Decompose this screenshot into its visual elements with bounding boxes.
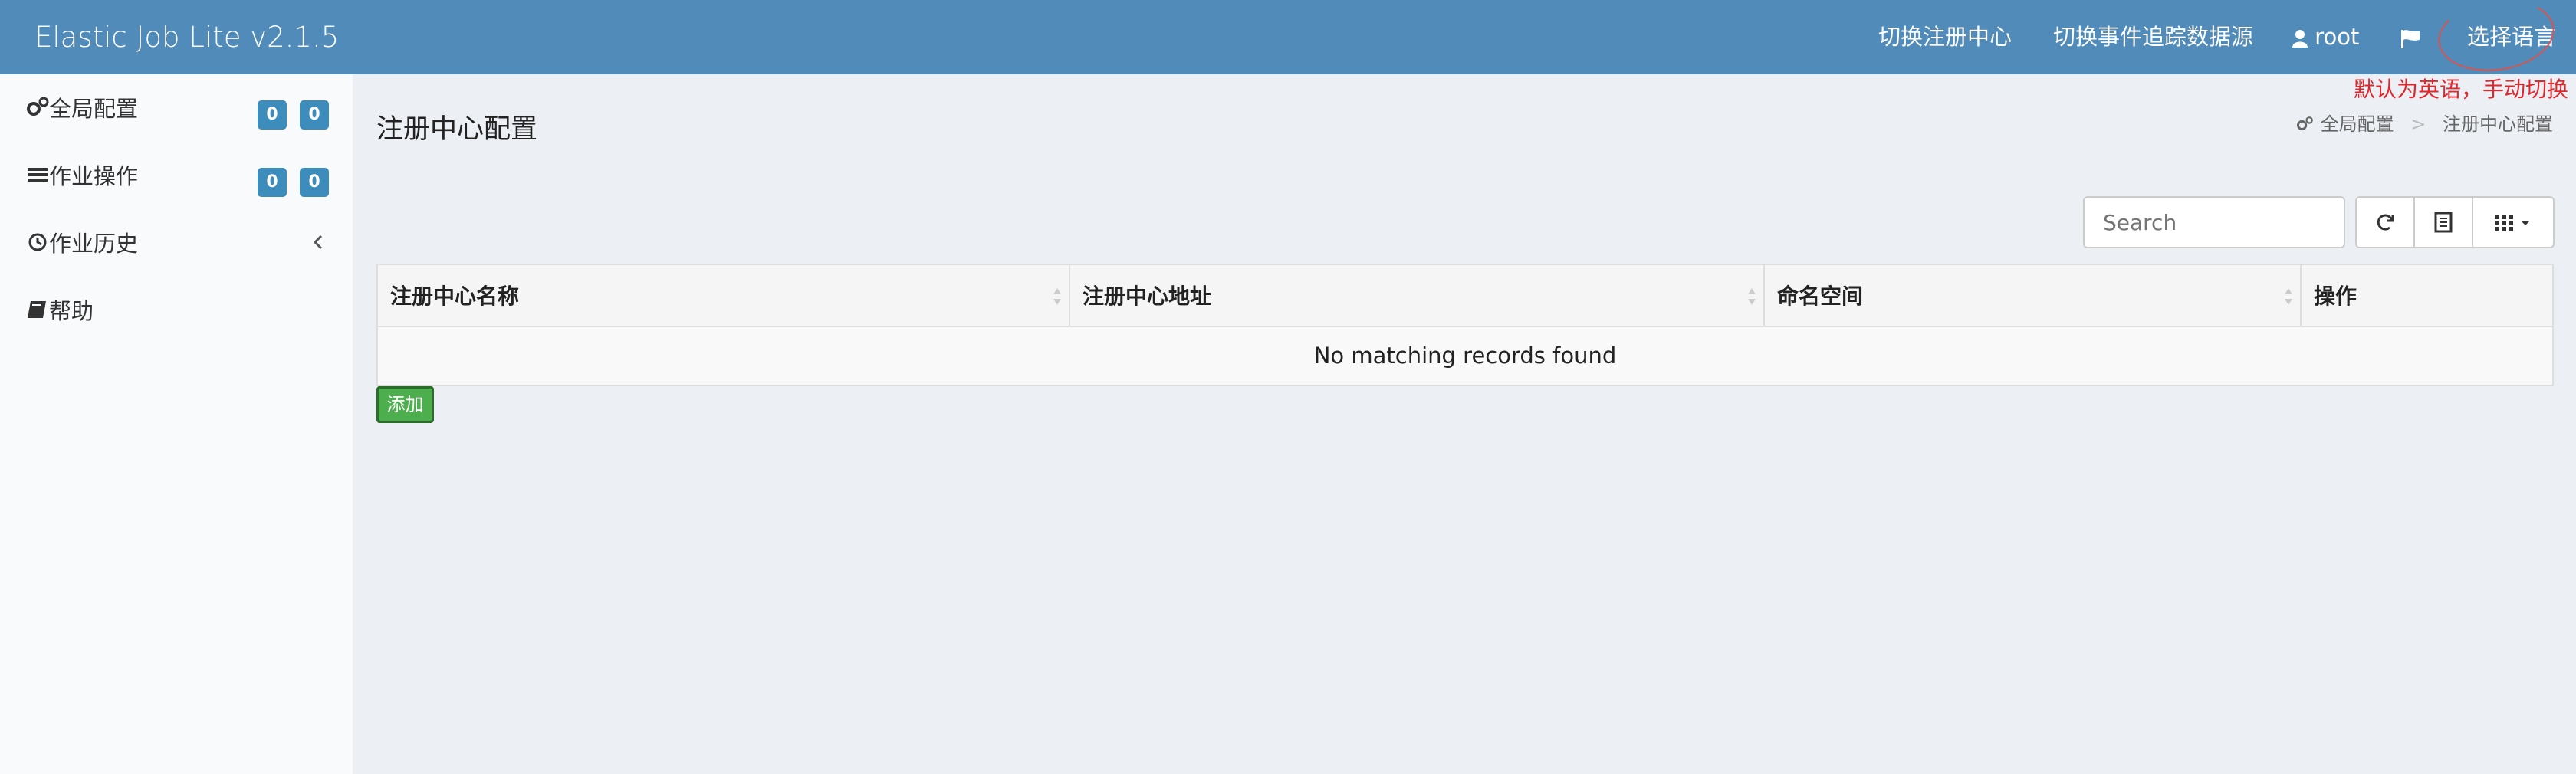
columns-dropdown-button[interactable] (2472, 196, 2555, 248)
column-header-address[interactable]: 注册中心地址 (1070, 265, 1765, 327)
count-badge: 0 (258, 168, 287, 197)
sort-icon (1748, 288, 1756, 305)
column-header-namespace[interactable]: 命名空间 (1765, 265, 2302, 327)
chevron-left-icon[interactable] (310, 232, 326, 252)
toggle-view-button[interactable] (2413, 196, 2473, 248)
registry-table: 注册中心名称 注册中心地址 命名空间 操作 No matching record… (376, 264, 2554, 386)
search-input[interactable] (2083, 196, 2345, 248)
empty-message: No matching records found (378, 327, 2552, 385)
breadcrumb-parent: 全局配置 (2320, 113, 2394, 135)
column-header-label: 注册中心地址 (1083, 284, 1212, 309)
nav-switch-registry[interactable]: 切换注册中心 (1878, 0, 2012, 74)
refresh-button[interactable] (2355, 196, 2415, 248)
tasks-icon (26, 163, 51, 186)
column-header-label: 操作 (2314, 284, 2358, 309)
sidebar-item-job-operation[interactable]: 作业操作 0 0 (0, 142, 353, 209)
nav-user-label: root (2315, 24, 2360, 50)
page-title: 注册中心配置 (376, 114, 538, 145)
gears-icon (2296, 116, 2313, 131)
breadcrumb-separator: > (2410, 113, 2426, 135)
column-header-actions: 操作 (2302, 265, 2552, 327)
count-badge: 0 (258, 100, 287, 130)
columns-icon (2495, 215, 2530, 231)
breadcrumb-home[interactable]: 全局配置 (2296, 113, 2400, 135)
breadcrumb-current: 注册中心配置 (2443, 113, 2553, 135)
sort-icon (1053, 288, 1061, 305)
gears-icon (26, 96, 51, 119)
sidebar: 全局配置 0 0 作业操作 0 0 作业历史 帮助 (0, 74, 353, 774)
count-badge: 0 (300, 100, 329, 130)
refresh-icon (2377, 214, 2394, 231)
sidebar-item-label: 作业操作 (49, 163, 139, 189)
brand-title[interactable]: Elastic Job Lite v2.1.5 (34, 0, 339, 74)
add-button[interactable]: 添加 (376, 386, 434, 423)
flag-icon (2400, 24, 2421, 50)
user-icon (2292, 24, 2308, 50)
column-header-label: 注册中心名称 (390, 284, 520, 309)
sort-icon (2285, 288, 2292, 305)
nav-user[interactable]: root (2292, 0, 2359, 74)
book-icon (26, 298, 51, 321)
count-badge: 0 (300, 168, 329, 197)
column-header-label: 命名空间 (1777, 284, 1864, 309)
sidebar-item-job-history[interactable]: 作业历史 (0, 209, 353, 277)
flag-button[interactable] (2400, 0, 2421, 74)
column-header-name[interactable]: 注册中心名称 (378, 265, 1070, 327)
history-icon (26, 231, 51, 254)
sidebar-item-help[interactable]: 帮助 (0, 277, 353, 344)
sidebar-item-global-config[interactable]: 全局配置 0 0 (0, 74, 353, 142)
sidebar-item-label: 作业历史 (49, 231, 139, 257)
table-header: 注册中心名称 注册中心地址 命名空间 操作 (378, 265, 2552, 327)
sidebar-item-label: 帮助 (49, 298, 94, 324)
top-navbar: Elastic Job Lite v2.1.5 切换注册中心 切换事件追踪数据源… (0, 0, 2576, 74)
sidebar-item-label: 全局配置 (49, 96, 139, 122)
nav-switch-datasource[interactable]: 切换事件追踪数据源 (2053, 0, 2253, 74)
list-icon (2434, 212, 2453, 233)
breadcrumb: 全局配置 > 注册中心配置 (2296, 109, 2553, 136)
annotation-note: 默认为英语，手动切换 (2353, 77, 2568, 102)
